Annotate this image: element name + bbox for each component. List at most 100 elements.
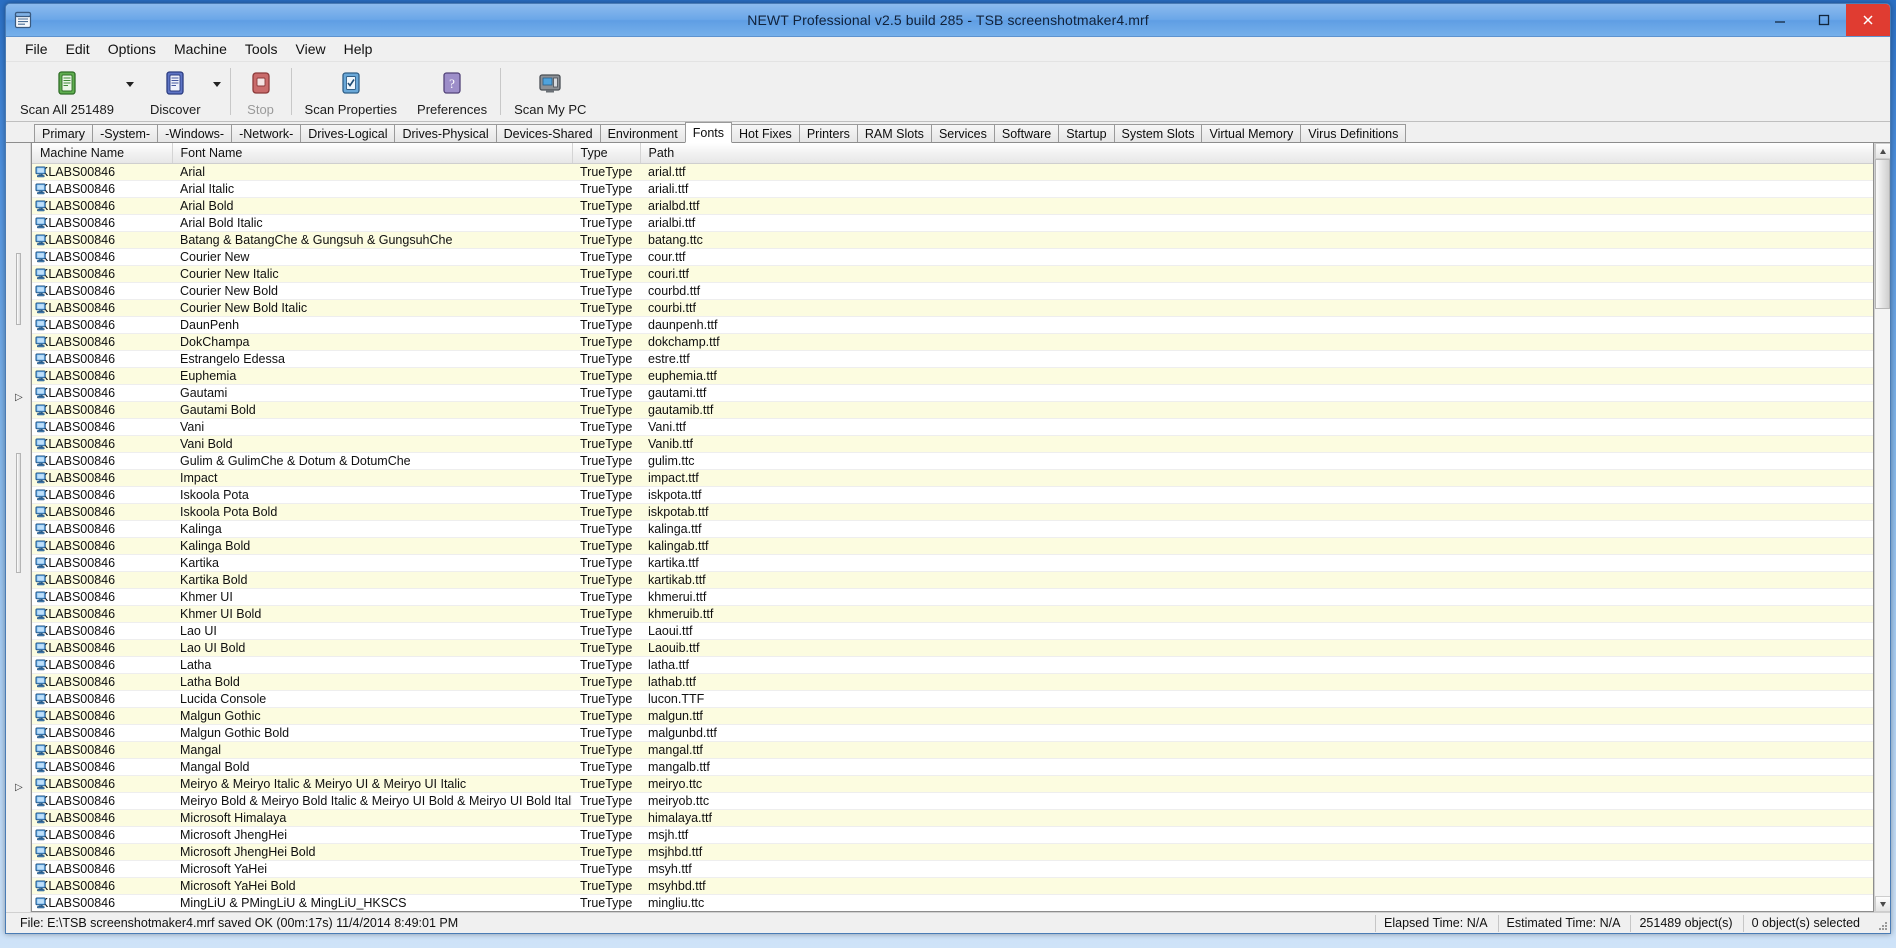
table-row[interactable]: KLABS00846 Arial Bold Italic TrueType arial… [32, 214, 1873, 232]
table-row[interactable]: KLABS00846 Gautami TrueType gautami.ttf [32, 384, 1873, 402]
table-row[interactable]: KLABS00846 Kalinga Bold TrueType kalingab.t… [32, 537, 1873, 555]
splitter-expand-icon-2[interactable]: ▷ [15, 783, 23, 793]
table-row[interactable]: KLABS00846 Khmer UI TrueType khmerui.ttf [32, 588, 1873, 606]
table-row[interactable]: KLABS00846 Microsoft JhengHei TrueType msjh… [32, 826, 1873, 844]
scan-all-dropdown[interactable] [124, 64, 140, 121]
table-row[interactable]: KLABS00846 Vani TrueType Vani.ttf [32, 418, 1873, 436]
close-button[interactable] [1846, 4, 1890, 36]
table-row[interactable]: KLABS00846 Courier New Bold TrueType courbd… [32, 282, 1873, 300]
cell-type: TrueType [572, 537, 640, 555]
table-row[interactable]: KLABS00846 DaunPenh TrueType daunpenh.ttf [32, 316, 1873, 334]
table-row[interactable]: KLABS00846 Lao UI TrueType Laoui.ttf [32, 622, 1873, 640]
tab-system[interactable]: -System- [92, 124, 159, 143]
tab-printers[interactable]: Printers [798, 124, 858, 143]
splitter-handle-bottom[interactable] [16, 453, 21, 573]
minimize-button[interactable] [1758, 4, 1802, 36]
table-row[interactable]: KLABS00846 Courier New Italic TrueType cour… [32, 265, 1873, 283]
vertical-scrollbar[interactable] [1874, 143, 1890, 912]
table-row[interactable]: KLABS00846 Kalinga TrueType kalinga.ttf [32, 520, 1873, 538]
table-row[interactable]: KLABS00846 Khmer UI Bold TrueType khmeruib.… [32, 605, 1873, 623]
discover-button[interactable]: Discover [140, 64, 211, 121]
menu-item-tools[interactable]: Tools [236, 38, 287, 60]
tab-virus-definitions[interactable]: Virus Definitions [1300, 124, 1407, 143]
scroll-up-button[interactable] [1875, 143, 1890, 159]
table-row[interactable]: KLABS00846 Arial TrueType arial.ttf [32, 164, 1873, 181]
tab-fonts[interactable]: Fonts [684, 122, 733, 143]
table-row[interactable]: KLABS00846 Microsoft JhengHei Bold TrueTyp… [32, 843, 1873, 861]
table-row[interactable]: KLABS00846 Kartika Bold TrueType kartikab.t… [32, 571, 1873, 589]
tab-ram-slots[interactable]: RAM Slots [856, 124, 932, 143]
scan-properties-button[interactable]: Scan Properties [295, 64, 408, 121]
column-header-font-name[interactable]: Font Name [172, 143, 573, 164]
scroll-thumb[interactable] [1875, 159, 1890, 309]
table-row[interactable]: KLABS00846 Lao UI Bold TrueType Laouib.ttf [32, 639, 1873, 657]
tab-network[interactable]: -Network- [231, 124, 302, 143]
tab-startup[interactable]: Startup [1058, 124, 1115, 143]
computer-icon [35, 166, 46, 178]
table-row[interactable]: KLABS00846 MingLiU & PMingLiU & MingLiU_H… [32, 894, 1873, 911]
table-row[interactable]: KLABS00846 Courier New Bold Italic TrueTyp… [32, 299, 1873, 317]
menu-item-help[interactable]: Help [335, 38, 382, 60]
resize-grip[interactable] [1872, 915, 1888, 931]
table-row[interactable]: KLABS00846 Mangal Bold TrueType mangalb.ttf [32, 758, 1873, 776]
table-row[interactable]: KLABS00846 Microsoft YaHei TrueType msyh.tt… [32, 860, 1873, 878]
column-header-path[interactable]: Path [640, 143, 1873, 164]
table-row[interactable]: KLABS00846 Microsoft YaHei Bold TrueType ms… [32, 877, 1873, 895]
table-row[interactable]: KLABS00846 Gulim & GulimChe & Dotum & Dot… [32, 452, 1873, 470]
tab-system-slots[interactable]: System Slots [1113, 124, 1203, 143]
table-row[interactable]: KLABS00846 Malgun Gothic TrueType malgun.tt… [32, 707, 1873, 725]
scan-my-pc-button[interactable]: Scan My PC [504, 64, 596, 121]
menu-item-edit[interactable]: Edit [57, 38, 99, 60]
table-row[interactable]: KLABS00846 Lucida Console TrueType lucon.TT… [32, 690, 1873, 708]
discover-dropdown[interactable] [211, 64, 227, 121]
table-row[interactable]: KLABS00846 Microsoft Himalaya TrueType hima… [32, 809, 1873, 827]
table-row[interactable]: KLABS00846 Impact TrueType impact.ttf [32, 469, 1873, 487]
table-row[interactable]: KLABS00846 Meiryo Bold & Meiryo Bold Ital… [32, 792, 1873, 810]
cell-path: Vani.ttf [640, 418, 1873, 436]
tab-virtual-memory[interactable]: Virtual Memory [1201, 124, 1302, 143]
scroll-track[interactable] [1875, 159, 1890, 896]
tab-devices-shared[interactable]: Devices-Shared [495, 124, 601, 143]
stop-button[interactable]: Stop [234, 64, 288, 121]
tab-drives-physical[interactable]: Drives-Physical [394, 124, 497, 143]
cell-machine-name: KLABS00846 [32, 248, 172, 266]
tab-windows[interactable]: -Windows- [157, 124, 233, 143]
table-row[interactable]: KLABS00846 Mangal TrueType mangal.ttf [32, 741, 1873, 759]
table-row[interactable]: KLABS00846 Euphemia TrueType euphemia.ttf [32, 367, 1873, 385]
table-row[interactable]: KLABS00846 Malgun Gothic Bold TrueType malg… [32, 724, 1873, 742]
table-row[interactable]: KLABS00846 Courier New TrueType cour.ttf [32, 248, 1873, 266]
tab-hot-fixes[interactable]: Hot Fixes [731, 124, 800, 143]
table-row[interactable]: KLABS00846 Batang & BatangChe & Gungsuh &… [32, 231, 1873, 249]
splitter-handle-top[interactable] [16, 253, 21, 325]
table-row[interactable]: KLABS00846 Arial Bold TrueType arialbd.ttf [32, 197, 1873, 215]
font-table-body-scroll[interactable]: KLABS00846 Arial TrueType arial.ttf KLABS008… [32, 164, 1873, 911]
table-row[interactable]: KLABS00846 Vani Bold TrueType Vanib.ttf [32, 435, 1873, 453]
table-row[interactable]: KLABS00846 Gautami Bold TrueType gautamib.t… [32, 401, 1873, 419]
table-row[interactable]: KLABS00846 Iskoola Pota Bold TrueType iskpo… [32, 503, 1873, 521]
tab-drives-logical[interactable]: Drives-Logical [300, 124, 396, 143]
maximize-button[interactable] [1802, 4, 1846, 36]
scroll-down-button[interactable] [1875, 896, 1890, 912]
tab-environment[interactable]: Environment [599, 124, 686, 143]
column-header-machine-name[interactable]: Machine Name [32, 143, 173, 164]
tab-software[interactable]: Software [993, 124, 1060, 143]
splitter-expand-icon[interactable]: ▷ [15, 393, 23, 403]
table-row[interactable]: KLABS00846 Latha Bold TrueType lathab.ttf [32, 673, 1873, 691]
table-row[interactable]: KLABS00846 Meiryo & Meiryo Italic & Meiry… [32, 775, 1873, 793]
preferences-button[interactable]: ? Preferences [407, 64, 497, 121]
table-row[interactable]: KLABS00846 Latha TrueType latha.ttf [32, 656, 1873, 674]
scan-all-button[interactable]: Scan All 251489 [10, 64, 124, 121]
menu-item-machine[interactable]: Machine [165, 38, 236, 60]
tab-primary[interactable]: Primary [34, 124, 94, 143]
table-row[interactable]: KLABS00846 Estrangelo Edessa TrueType estre… [32, 350, 1873, 368]
tab-services[interactable]: Services [930, 124, 995, 143]
cell-type: TrueType [572, 333, 640, 351]
menu-item-file[interactable]: File [16, 38, 57, 60]
table-row[interactable]: KLABS00846 Kartika TrueType kartika.ttf [32, 554, 1873, 572]
table-row[interactable]: KLABS00846 Iskoola Pota TrueType iskpota.tt… [32, 486, 1873, 504]
column-header-type[interactable]: Type [572, 143, 641, 164]
menu-item-view[interactable]: View [287, 38, 335, 60]
menu-item-options[interactable]: Options [99, 38, 165, 60]
table-row[interactable]: KLABS00846 Arial Italic TrueType ariali.ttf [32, 180, 1873, 198]
table-row[interactable]: KLABS00846 DokChampa TrueType dokchamp.ttf [32, 333, 1873, 351]
